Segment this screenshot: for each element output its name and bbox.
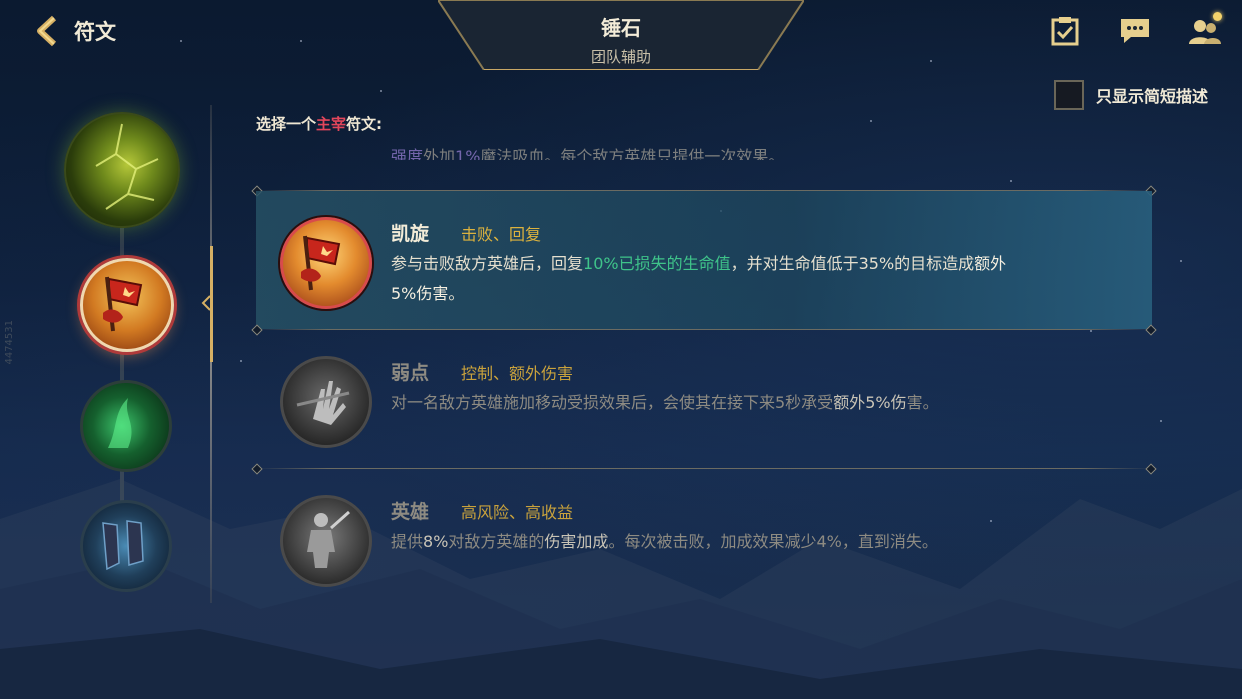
select-prompt: 选择一个主宰符文: bbox=[256, 115, 383, 133]
grasping-hand-icon bbox=[280, 356, 372, 448]
rune-name: 英雄 bbox=[391, 501, 430, 523]
top-toolbar bbox=[1046, 12, 1224, 48]
rune-tags: 控制、额外伤害 bbox=[461, 364, 574, 383]
rune-name: 弱点 bbox=[391, 362, 430, 384]
chat-icon bbox=[1121, 19, 1149, 43]
previous-rune-description: 强度外加1%魔法吸血。每个敌方英雄只提供一次效果。 bbox=[391, 147, 785, 160]
rune-tags: 击败、回复 bbox=[461, 225, 542, 244]
warrior-icon bbox=[280, 495, 372, 587]
notification-dot bbox=[1213, 12, 1222, 21]
rune-name: 凯旋 bbox=[391, 223, 430, 245]
rune-tags: 高风险、高收益 bbox=[461, 503, 574, 522]
rune-option-weakness[interactable]: 弱点 控制、额外伤害 对一名敌方英雄施加移动受损效果后，会使其在接下来5秒承受额… bbox=[256, 330, 1152, 468]
triumph-slot[interactable] bbox=[80, 258, 174, 352]
flag-icon bbox=[280, 217, 372, 309]
green-rune-slot[interactable] bbox=[80, 380, 172, 472]
rune-description: 参与击败敌方英雄后，回复10%已损失的生命值，并对生命值低于35%的目标造成额外… bbox=[391, 254, 1007, 303]
checklist-button[interactable] bbox=[1046, 14, 1084, 48]
friends-icon bbox=[1189, 20, 1221, 44]
keystone-slot[interactable] bbox=[64, 112, 180, 228]
rune-description: 提供8%对敌方英雄的伤害加成。每次被击败，加成效果减少4%，直到消失。 bbox=[391, 532, 938, 551]
chat-button[interactable] bbox=[1116, 14, 1154, 48]
rune-option-hero[interactable]: 英雄 高风险、高收益 提供8%对敌方英雄的伤害加成。每次被击败，加成效果减少4%… bbox=[256, 469, 1152, 607]
chevron-left-icon bbox=[201, 295, 211, 311]
rune-option-triumph[interactable]: 凯旋 击败、回复 参与击败敌方英雄后，回复10%已损失的生命值，并对生命值低于3… bbox=[256, 191, 1152, 329]
blue-rune-slot[interactable] bbox=[80, 500, 172, 592]
page-title: 符文 bbox=[74, 20, 116, 44]
checklist-icon bbox=[1051, 17, 1079, 46]
build-id: 4474531 bbox=[4, 320, 15, 365]
flag-icon bbox=[103, 276, 143, 332]
champion-title-plate: 锤石 团队辅助 bbox=[438, 0, 804, 70]
short-description-label: 只显示简短描述 bbox=[1095, 87, 1208, 106]
short-description-toggle[interactable]: 只显示简短描述 bbox=[1053, 80, 1208, 110]
armored-legs-icon bbox=[102, 520, 144, 571]
nature-wisp-icon bbox=[108, 398, 132, 448]
chevron-left-icon bbox=[37, 15, 57, 47]
champion-role: 团队辅助 bbox=[590, 48, 651, 66]
champion-name: 锤石 bbox=[601, 16, 641, 40]
back-button[interactable]: 符文 bbox=[32, 14, 116, 48]
cracked-orb-icon bbox=[95, 123, 159, 210]
short-description-checkbox[interactable] bbox=[1053, 80, 1084, 110]
friends-button[interactable] bbox=[1186, 12, 1224, 48]
rune-description: 对一名敌方英雄施加移动受损效果后，会使其在接下来5秒承受额外5%伤害。 bbox=[391, 393, 939, 412]
